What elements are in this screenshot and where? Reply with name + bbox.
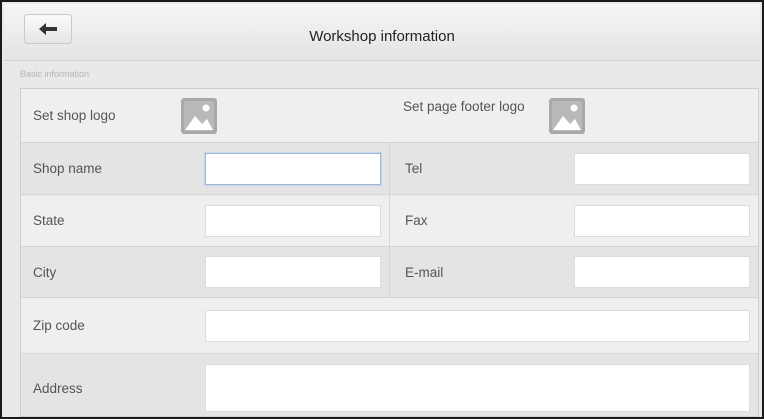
address-input[interactable]	[205, 364, 750, 412]
shop-name-input[interactable]	[205, 153, 381, 185]
title-bar: Workshop information	[4, 4, 760, 61]
zip-code-input[interactable]	[205, 310, 750, 342]
section-label: Basic information	[20, 69, 90, 79]
app-window: Workshop information Basic information S…	[0, 0, 764, 419]
email-label: E-mail	[405, 265, 444, 280]
address-row: Address	[21, 354, 758, 416]
state-input[interactable]	[205, 205, 381, 237]
fax-label: Fax	[405, 213, 428, 228]
city-input[interactable]	[205, 256, 381, 288]
address-label: Address	[33, 381, 83, 396]
column-divider	[389, 195, 390, 246]
email-input[interactable]	[574, 256, 750, 288]
workshop-form: Set shop logo Set page footer logo Shop …	[20, 88, 759, 417]
footer-logo-image-icon[interactable]	[549, 98, 585, 134]
city-email-row: City E-mail	[21, 247, 758, 298]
shop-logo-label: Set shop logo	[33, 108, 116, 123]
state-label: State	[33, 213, 65, 228]
footer-logo-label: Set page footer logo	[403, 99, 525, 114]
shop-logo-image-icon[interactable]	[181, 98, 217, 134]
back-button[interactable]	[24, 14, 72, 44]
page-title: Workshop information	[309, 28, 455, 45]
tel-label: Tel	[405, 161, 423, 176]
logo-row: Set shop logo Set page footer logo	[21, 89, 758, 143]
fax-input[interactable]	[574, 205, 750, 237]
zip-code-row: Zip code	[21, 298, 758, 354]
column-divider	[389, 143, 390, 194]
tel-input[interactable]	[574, 153, 750, 185]
back-arrow-icon	[39, 23, 57, 35]
shop-name-label: Shop name	[33, 161, 103, 176]
shop-name-tel-row: Shop name Tel	[21, 143, 758, 195]
state-fax-row: State Fax	[21, 195, 758, 247]
city-label: City	[33, 265, 57, 280]
column-divider	[389, 247, 390, 297]
zip-code-label: Zip code	[33, 318, 85, 333]
